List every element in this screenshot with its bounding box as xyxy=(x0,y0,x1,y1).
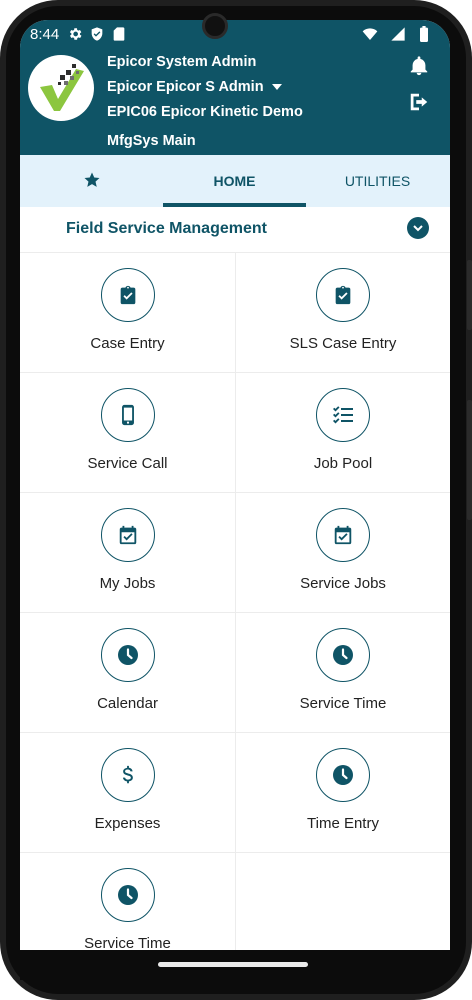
status-time: 8:44 xyxy=(30,25,60,43)
tile-sls-case-entry[interactable]: SLS Case Entry xyxy=(235,253,450,373)
tile-grid: Case Entry SLS Case Entry Service Call J… xyxy=(20,252,450,973)
checklist-icon xyxy=(316,388,370,442)
tile-row: Service Call Job Pool xyxy=(20,372,450,493)
tile-time-entry[interactable]: Time Entry xyxy=(235,733,450,853)
tab-favorites[interactable] xyxy=(20,155,163,207)
tile-label: Service Time xyxy=(299,695,387,712)
company-logo xyxy=(28,55,94,121)
calendar-check-icon xyxy=(100,508,155,562)
dollar-icon xyxy=(100,748,155,802)
tab-utilities[interactable]: UTILITIES xyxy=(306,155,449,207)
sim-card-icon xyxy=(111,26,127,42)
tile-row: My Jobs Service Jobs xyxy=(20,492,450,613)
clock-icon xyxy=(316,748,370,802)
tab-bar: HOME UTILITIES xyxy=(20,155,450,207)
star-icon xyxy=(83,171,101,192)
tile-label: Calendar xyxy=(97,695,158,712)
tile-label: My Jobs xyxy=(99,575,156,592)
chevron-down-icon[interactable] xyxy=(407,217,429,239)
battery-icon xyxy=(418,26,434,42)
sign-out-icon[interactable] xyxy=(408,91,430,113)
clipboard-check-icon xyxy=(100,268,155,322)
front-camera xyxy=(202,13,228,39)
tile-label: Time Entry xyxy=(307,815,379,832)
tile-row: Case Entry SLS Case Entry xyxy=(20,252,450,373)
wifi-icon xyxy=(362,26,378,42)
tile-row: Expenses Time Entry xyxy=(20,732,450,853)
tile-case-entry[interactable]: Case Entry xyxy=(20,253,235,373)
signal-icon xyxy=(390,26,406,42)
tile-calendar[interactable]: Calendar xyxy=(20,613,235,733)
bell-icon[interactable] xyxy=(408,55,430,77)
section-title: Field Service Management xyxy=(66,220,267,237)
site-name[interactable]: MfgSys Main xyxy=(107,133,196,149)
caret-down-icon xyxy=(271,84,282,90)
tab-home[interactable]: HOME xyxy=(163,155,306,207)
tile-my-jobs[interactable]: My Jobs xyxy=(20,493,235,613)
tile-label: Expenses xyxy=(94,815,161,832)
tile-expenses[interactable]: Expenses xyxy=(20,733,235,853)
gesture-nav-bar[interactable] xyxy=(158,962,308,967)
tile-label: Job Pool xyxy=(313,455,373,472)
settings-gear-icon xyxy=(67,26,83,42)
clock-icon xyxy=(100,868,155,922)
clock-icon xyxy=(100,628,155,682)
tile-label: Service Jobs xyxy=(300,575,386,592)
tile-service-time[interactable]: Service Time xyxy=(235,613,450,733)
clipboard-check-icon xyxy=(316,268,370,322)
environment-name: EPIC06 Epicor Kinetic Demo xyxy=(107,104,303,120)
tile-row: Calendar Service Time xyxy=(20,612,450,733)
tile-service-call[interactable]: Service Call xyxy=(20,373,235,493)
shield-icon xyxy=(89,26,105,42)
tile-label: SLS Case Entry xyxy=(289,335,397,352)
screen: 8:44 Epicor System Admin Epicor Epicor S… xyxy=(20,20,450,980)
calendar-check-icon xyxy=(316,508,370,562)
tile-job-pool[interactable]: Job Pool xyxy=(235,373,450,493)
status-bar: 8:44 xyxy=(20,20,450,48)
tile-label: Case Entry xyxy=(90,335,165,352)
power-button xyxy=(467,400,472,520)
tile-service-jobs[interactable]: Service Jobs xyxy=(235,493,450,613)
app-header: Epicor System Admin Epicor Epicor S Admi… xyxy=(20,48,450,155)
section-header[interactable]: Field Service Management xyxy=(20,207,450,251)
company-selector[interactable]: Epicor Epicor S Admin xyxy=(107,79,282,95)
user-name: Epicor System Admin xyxy=(107,54,257,70)
clock-icon xyxy=(316,628,370,682)
company-name: Epicor Epicor S Admin xyxy=(107,79,264,95)
tile-label: Service Call xyxy=(87,455,168,472)
phone-icon xyxy=(100,388,155,442)
volume-button xyxy=(467,260,472,330)
